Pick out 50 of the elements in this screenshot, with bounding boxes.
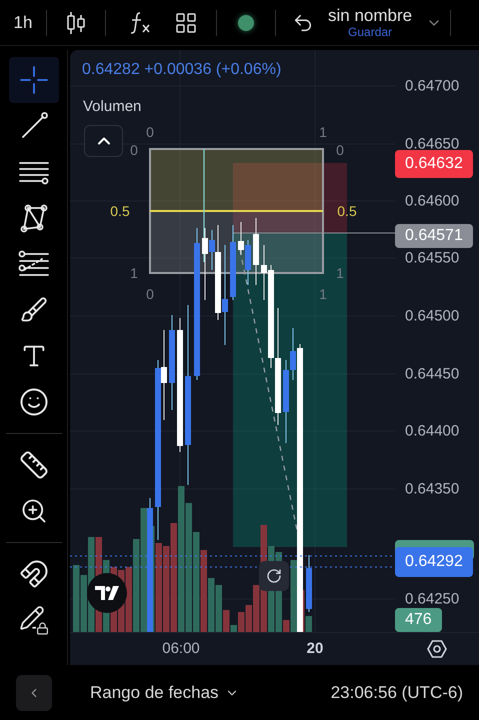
brush-icon [20, 296, 48, 324]
candle [253, 218, 259, 286]
clock-text: 23:06:56 (UTC-6) [330, 682, 463, 704]
smile-icon [18, 387, 48, 417]
price-tick: 0.64550 [405, 250, 460, 266]
layout-title[interactable]: sin nombre [328, 7, 412, 24]
price-tick: 0.64700 [405, 78, 460, 94]
candle [306, 554, 312, 612]
fib-level-label: 0 [146, 125, 154, 139]
fib-level-label: 1 [336, 266, 344, 280]
settings-icon[interactable] [427, 639, 447, 659]
magnet-icon [18, 559, 48, 589]
logo-icon [95, 586, 119, 600]
fib-levels-icon [18, 249, 50, 279]
fib-level-label: 0 [146, 287, 154, 301]
fib-level-label: 0.5 [110, 204, 130, 218]
volume-label: Volumen [83, 97, 142, 117]
price-badge: 476 [395, 608, 442, 632]
price-tick: 0.64500 [405, 308, 460, 324]
crosshair-icon [18, 65, 48, 95]
pattern-icon [18, 203, 48, 233]
price-tick: 0.64600 [405, 194, 460, 208]
time-label: 20 [306, 638, 324, 659]
date-range-dropdown[interactable]: Rango de fechas [90, 680, 239, 706]
price-legend: 0.64282 +0.00036 (+0.06%) [82, 58, 282, 82]
price-tick: 0.64450 [405, 366, 460, 382]
price-badge: 0.64571 [395, 224, 473, 248]
price-tick: 0.64250 [405, 592, 460, 606]
fib-level-label: 0.5 [337, 204, 357, 218]
fib-level-label: 1 [319, 287, 327, 301]
fib-level-label: 1 [130, 266, 138, 280]
fib-level-label: 0 [336, 143, 344, 157]
price-tick: 0.64650 [405, 136, 460, 152]
price-tick: 0.64400 [405, 424, 460, 438]
ruler-icon [18, 450, 48, 480]
rotate-icon [266, 568, 282, 584]
price-tick: 0.64350 [405, 482, 460, 496]
candles-icon[interactable] [65, 10, 87, 34]
time-label: 06:00 [162, 638, 200, 659]
fib-level-label: 1 [319, 125, 327, 139]
layout-grid-icon[interactable] [174, 10, 198, 34]
collapse-button[interactable] [84, 125, 123, 157]
reset-view-button[interactable] [259, 561, 289, 591]
price-badge: 0.64632 [395, 150, 473, 178]
fib-level-label: 0 [130, 143, 138, 157]
save-link[interactable]: Guardar [348, 26, 392, 38]
pencil-lock-icon [18, 605, 48, 635]
zoom-in-icon [20, 497, 48, 525]
interval-button[interactable]: 1h [0, 10, 46, 36]
price-badge: 0.64292 [395, 547, 473, 577]
